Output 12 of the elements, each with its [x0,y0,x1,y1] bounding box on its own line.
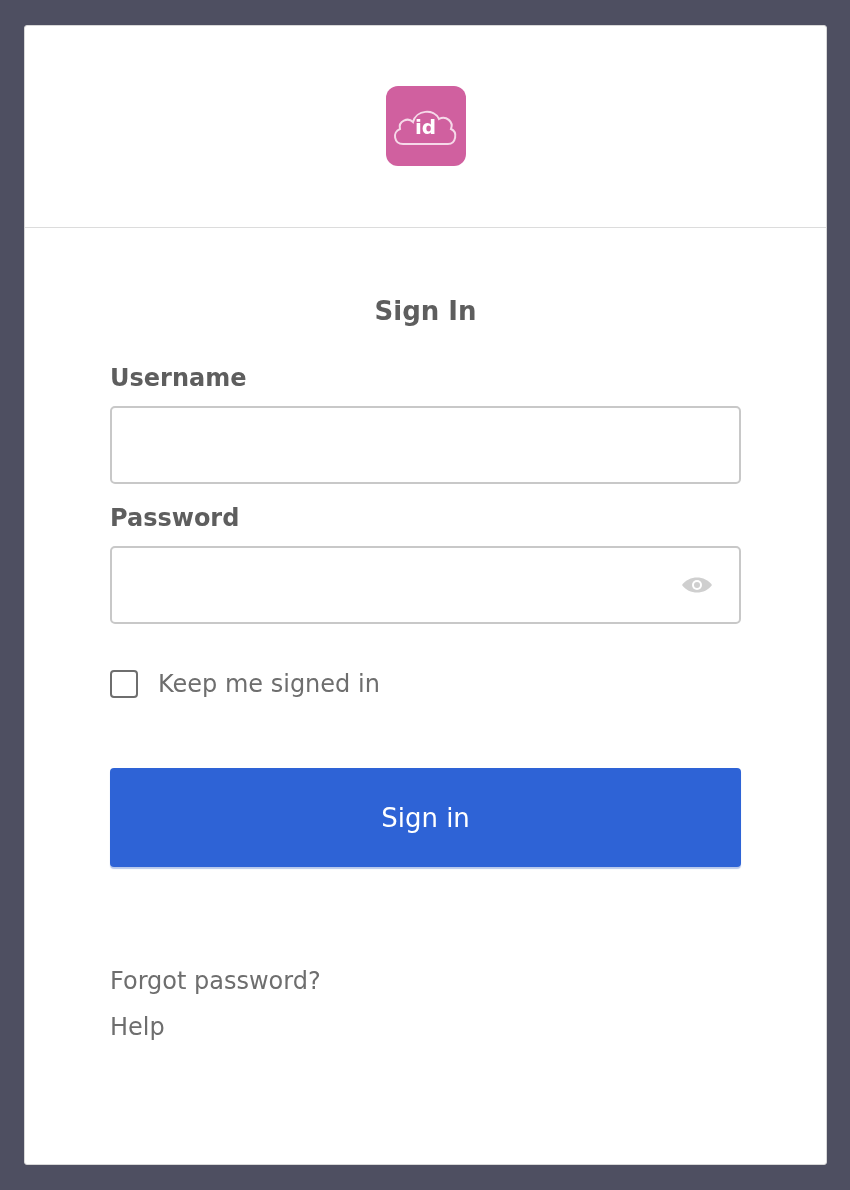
checkbox-label: Keep me signed in [158,670,380,698]
sign-in-button[interactable]: Sign in [110,768,741,867]
eye-icon[interactable] [681,575,713,595]
logo-text: id [413,116,438,138]
form-title: Sign In [373,296,478,326]
footer-link[interactable]: Help [110,1013,165,1041]
username-field[interactable] [110,406,741,484]
field-label: Username [110,364,248,392]
checkbox[interactable] [110,670,138,698]
footer-link[interactable]: Forgot password? [110,967,321,995]
field-label: Password [110,504,241,532]
password-field[interactable] [110,546,741,624]
